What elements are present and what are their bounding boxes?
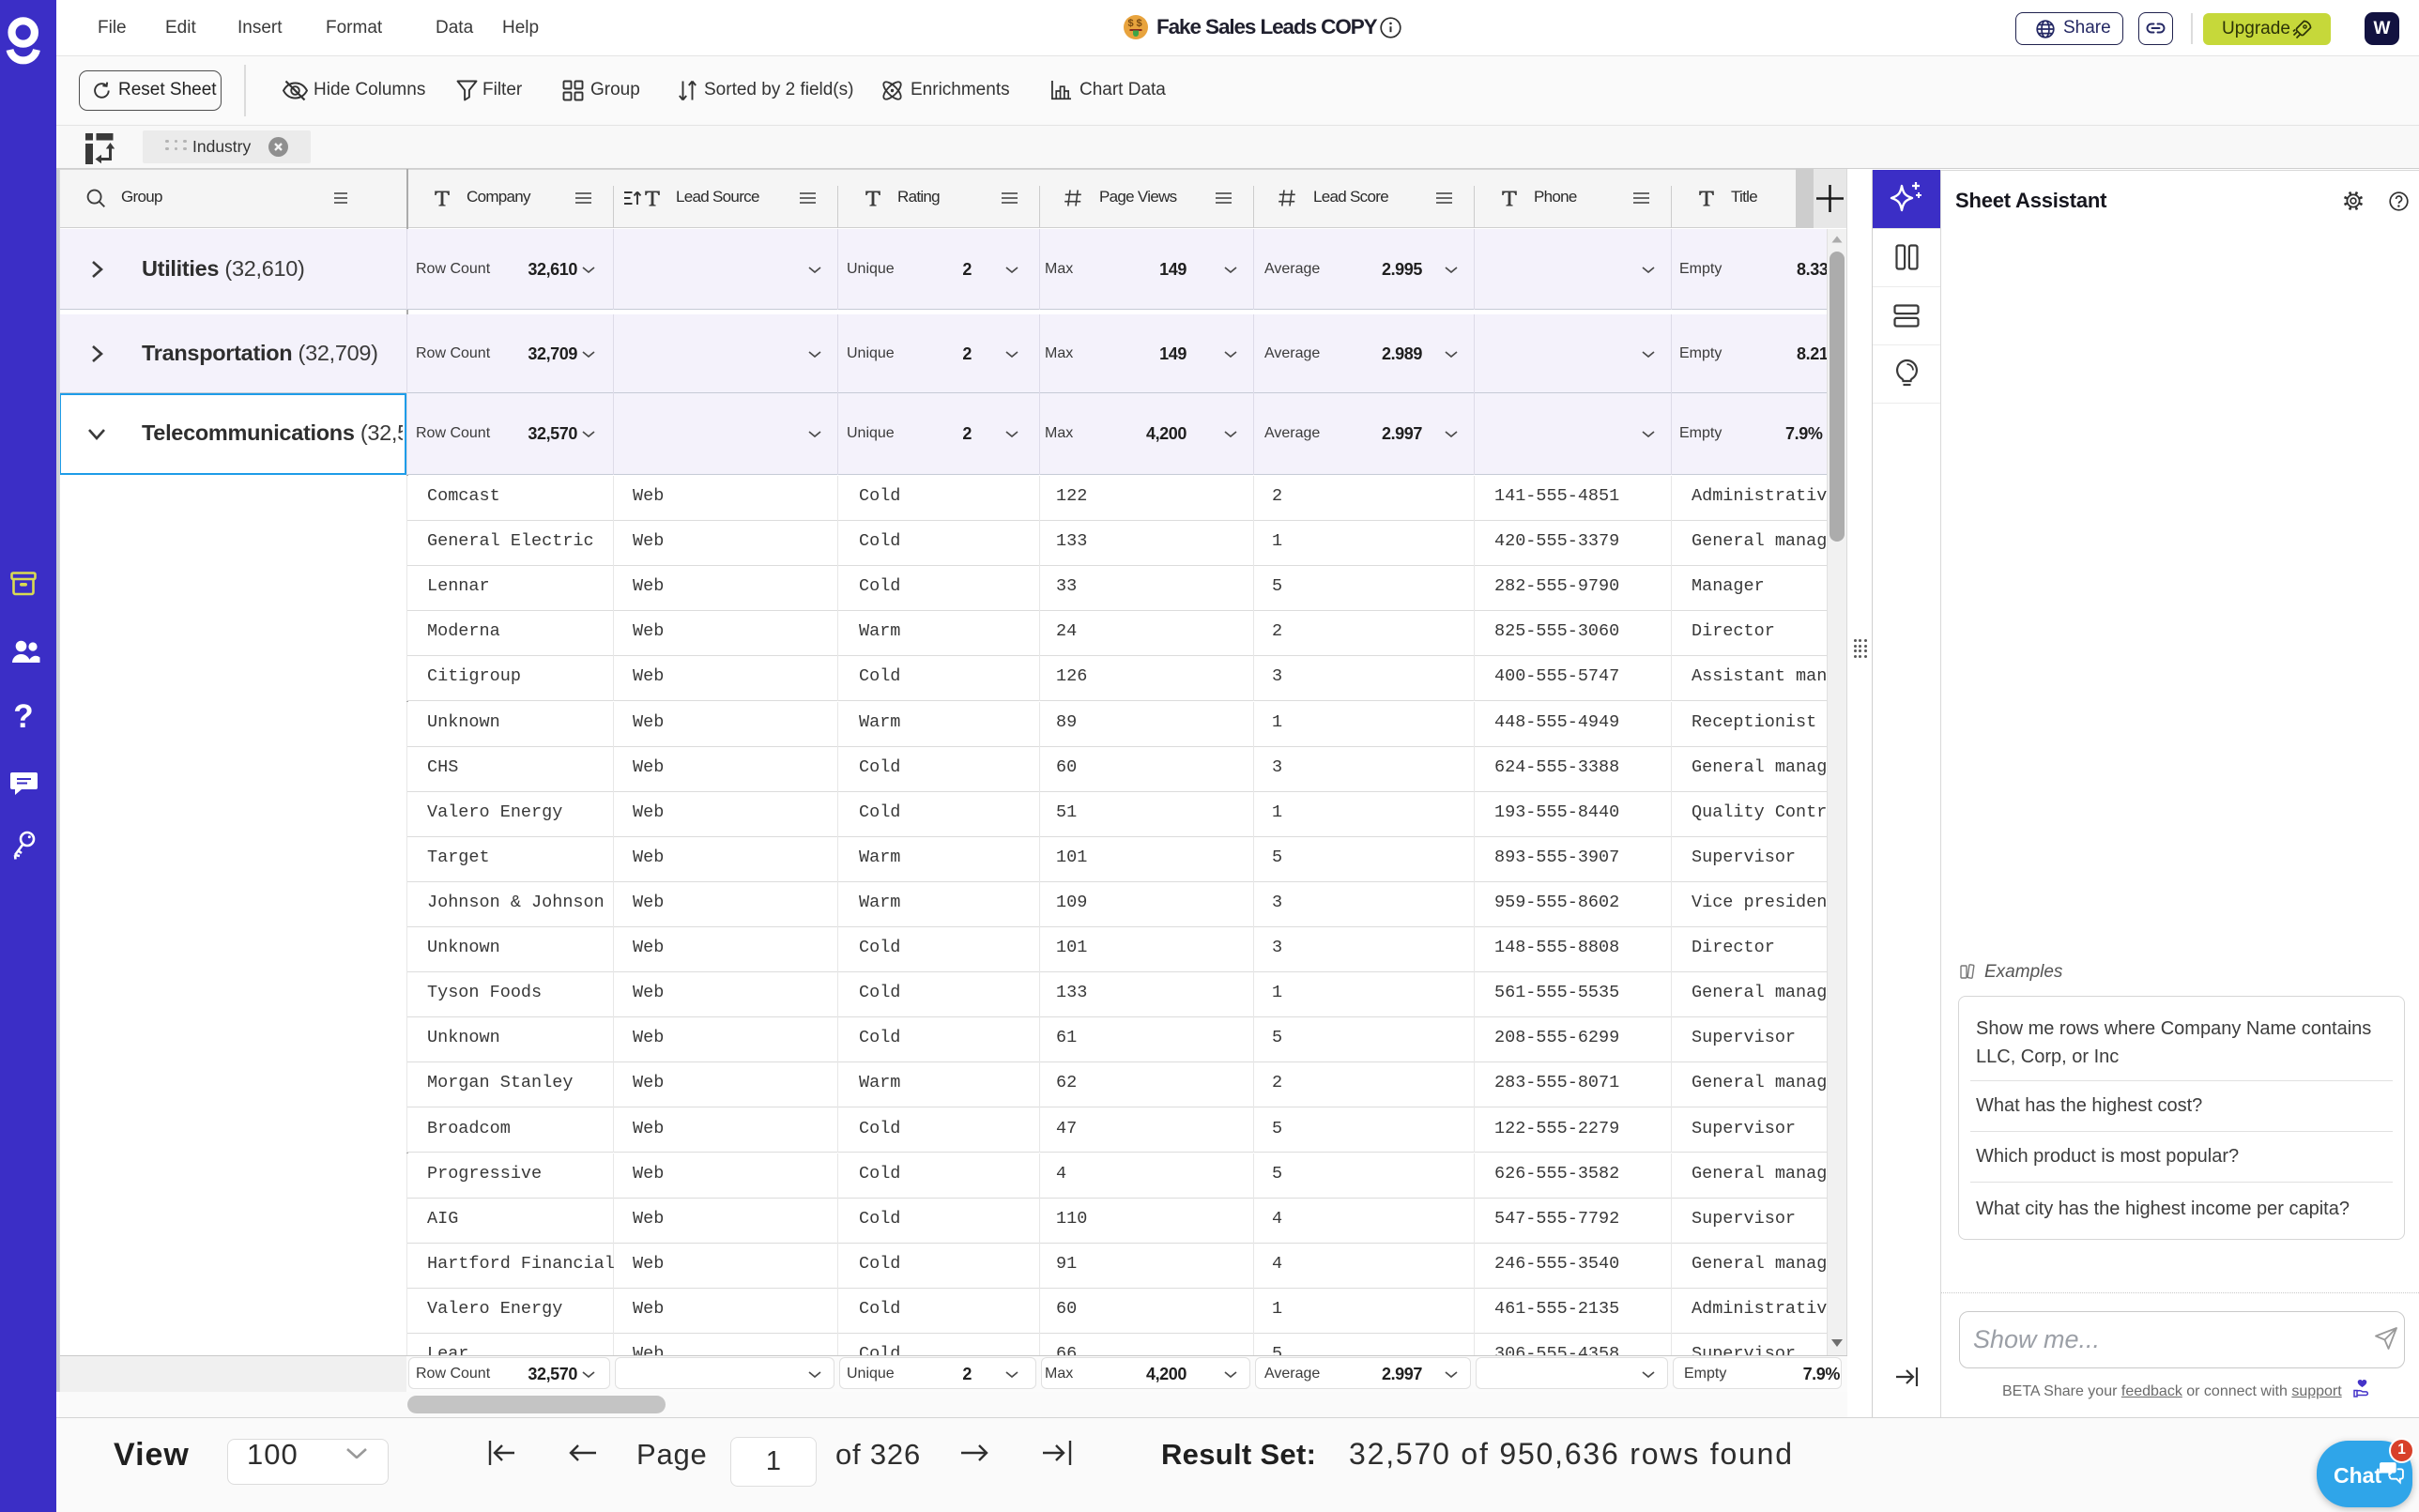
svg-text:$: $: [1137, 18, 1142, 29]
svg-text:$: $: [1128, 18, 1134, 29]
